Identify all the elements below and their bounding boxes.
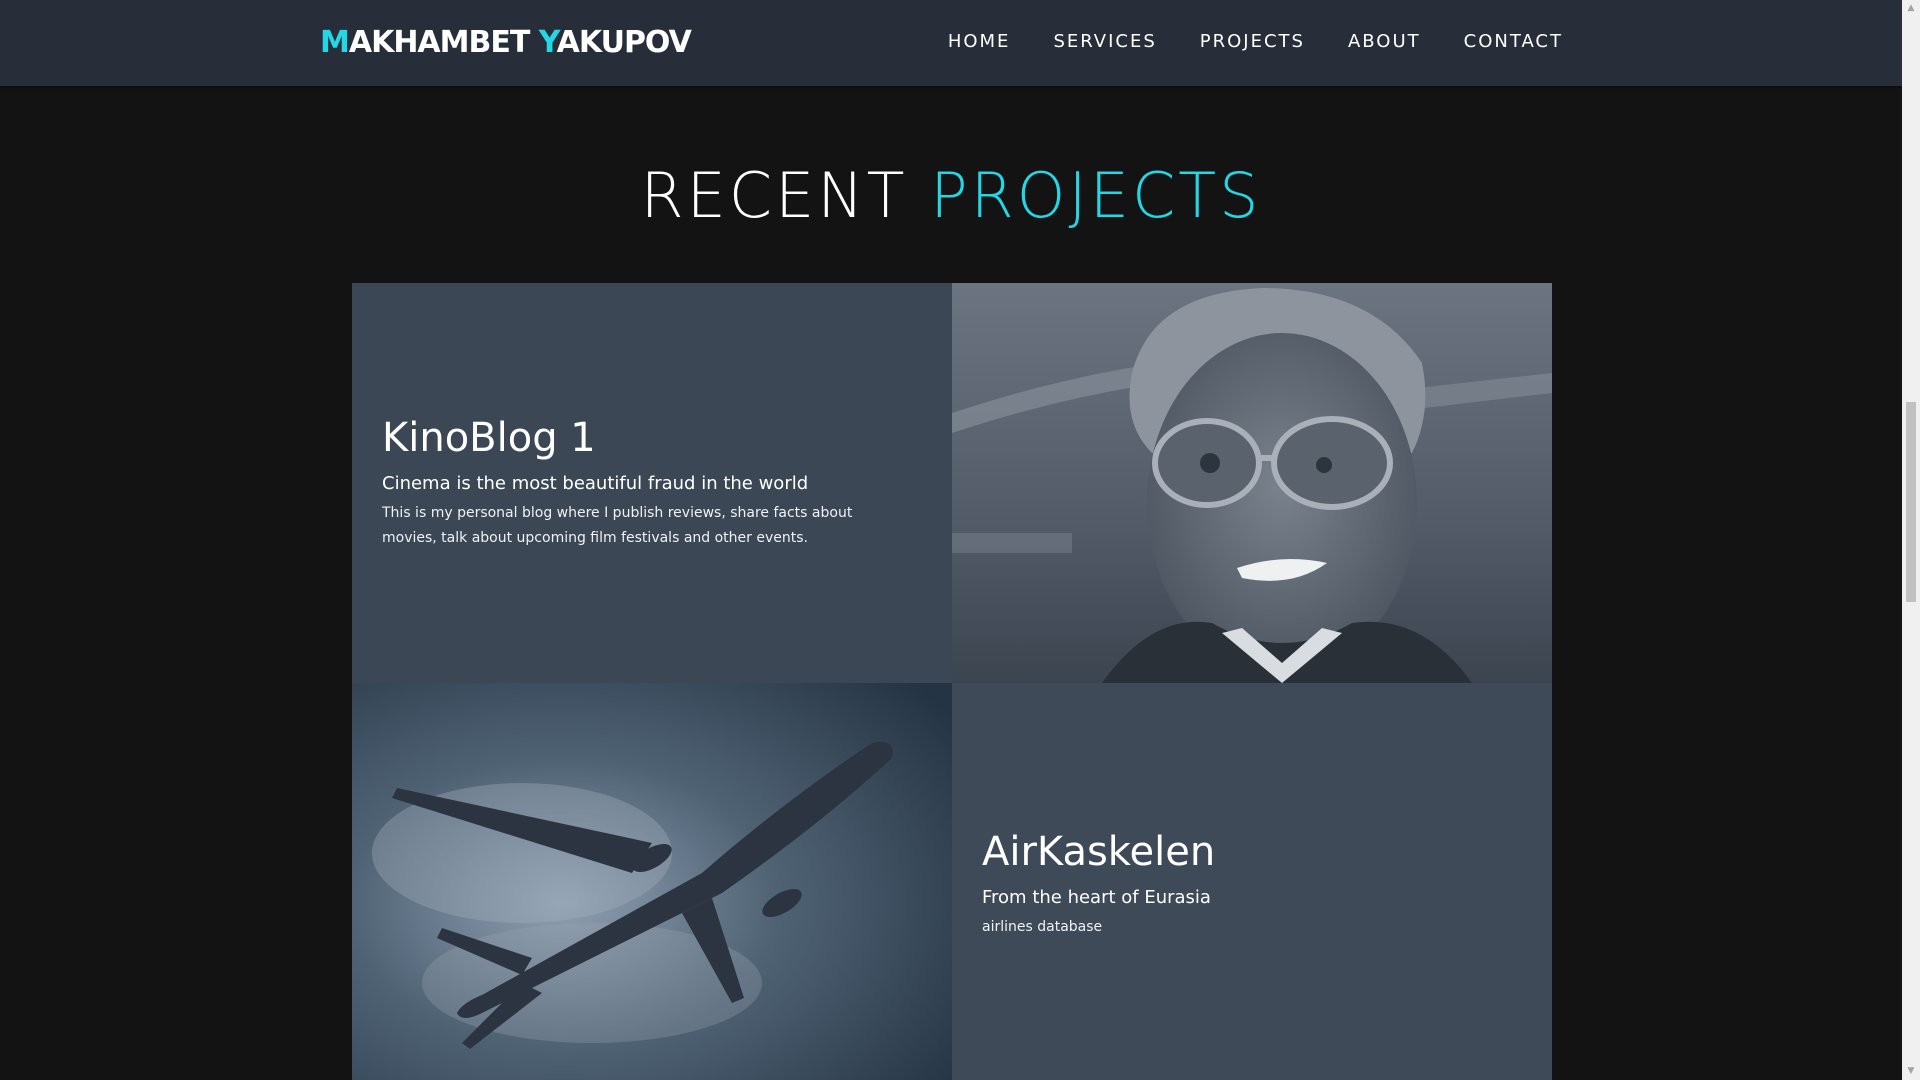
- project-description-line1: This is my personal blog where I publish…: [382, 505, 853, 521]
- project-text: AirKaskelen From the heart of Eurasia ai…: [982, 827, 1502, 940]
- project-text: KinoBlog 1 Cinema is the most beautiful …: [382, 413, 902, 551]
- main-nav: HOME SERVICES PROJECTS ABOUT CONTACT: [905, 30, 1563, 54]
- nav-about[interactable]: ABOUT: [1348, 30, 1421, 54]
- project-description: airlines database: [982, 919, 1103, 935]
- scroll-up-arrow-icon[interactable]: ▲: [1902, 0, 1920, 17]
- page-scrollbar[interactable]: ▲ ▼: [1902, 0, 1920, 1080]
- logo-first-initial: M: [320, 25, 350, 60]
- project-image-airkaskelen[interactable]: [352, 683, 952, 1080]
- nav-projects[interactable]: PROJECTS: [1200, 30, 1305, 54]
- project-card-kinoblog[interactable]: KinoBlog 1 Cinema is the most beautiful …: [352, 283, 952, 683]
- site-logo[interactable]: MAKHAMBET YAKUPOV: [320, 24, 692, 62]
- project-card-airkaskelen[interactable]: AirKaskelen From the heart of Eurasia ai…: [952, 683, 1552, 1080]
- navbar: MAKHAMBET YAKUPOV HOME SERVICES PROJECTS…: [0, 0, 1902, 86]
- airplane-image: [352, 683, 952, 1080]
- section-title: RECENT PROJECTS: [0, 158, 1902, 234]
- logo-first-rest: AKHAMBET: [348, 25, 530, 60]
- project-title: AirKaskelen: [982, 829, 1216, 875]
- project-subtitle: From the heart of Eurasia: [982, 887, 1211, 908]
- logo-last-initial: Y: [538, 25, 558, 60]
- project-subtitle: Cinema is the most beautiful fraud in th…: [382, 473, 809, 494]
- project-image-kinoblog[interactable]: [952, 283, 1552, 683]
- projects-grid: KinoBlog 1 Cinema is the most beautiful …: [352, 283, 1552, 1080]
- logo-last-rest: AKUPOV: [556, 25, 692, 60]
- nav-services[interactable]: SERVICES: [1053, 30, 1156, 54]
- section-title-plain: RECENT: [640, 159, 908, 232]
- nav-contact[interactable]: CONTACT: [1464, 30, 1563, 54]
- scroll-thumb[interactable]: [1906, 402, 1916, 602]
- scroll-down-arrow-icon[interactable]: ▼: [1902, 1063, 1920, 1080]
- section-title-accent: PROJECTS: [930, 159, 1262, 232]
- page: MAKHAMBET YAKUPOV HOME SERVICES PROJECTS…: [0, 0, 1920, 1080]
- project-title: KinoBlog 1: [382, 415, 596, 461]
- project-description-line2: movies, talk about upcoming film festiva…: [382, 530, 808, 546]
- project-description: This is my personal blog where I publish…: [382, 501, 902, 551]
- film-still-image: [952, 283, 1552, 683]
- nav-home[interactable]: HOME: [948, 30, 1011, 54]
